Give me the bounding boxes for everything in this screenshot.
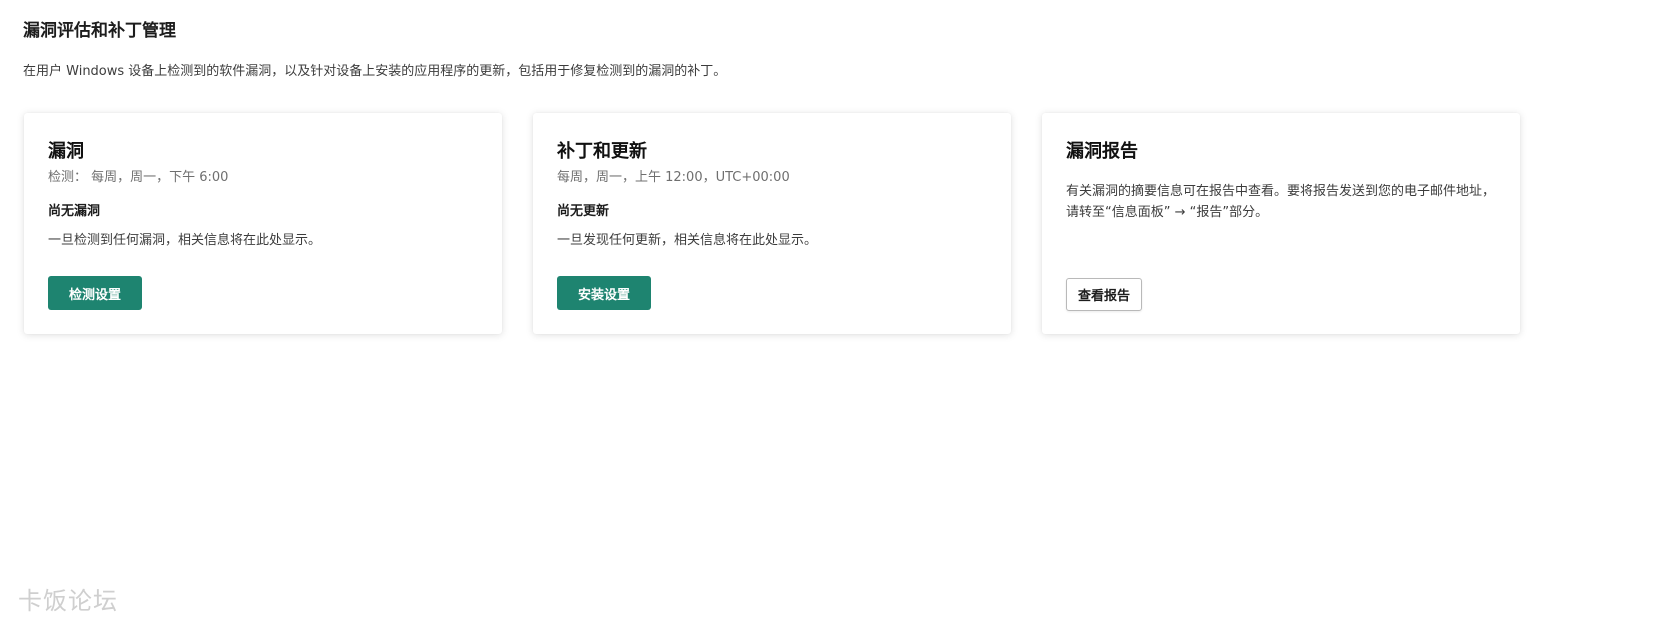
vulnerability-report-card-title: 漏洞报告: [1066, 141, 1138, 162]
vulnerabilities-card-title: 漏洞: [48, 141, 84, 162]
detection-settings-button[interactable]: 检测设置: [48, 276, 143, 310]
page: 漏洞评估和补丁管理 在用户 Windows 设备上检测到的软件漏洞，以及针对设备…: [0, 0, 1676, 617]
patches-updates-status: 尚无更新: [557, 204, 610, 219]
install-settings-button[interactable]: 安装设置: [557, 276, 652, 310]
patches-updates-card-title: 补丁和更新: [557, 141, 647, 162]
view-report-button[interactable]: 查看报告: [1066, 278, 1143, 311]
patches-updates-message: 一旦发现任何更新，相关信息将在此处显示。: [557, 233, 818, 248]
patches-updates-schedule: 每周，周一，上午 12:00，UTC+00:00: [557, 170, 790, 185]
vulnerability-report-description: 有关漏洞的摘要信息可在报告中查看。要将报告发送到您的电子邮件地址，请转至“信息面…: [1066, 184, 1496, 220]
vulnerability-report-card: 漏洞报告 有关漏洞的摘要信息可在报告中查看。要将报告发送到您的电子邮件地址，请转…: [1042, 113, 1520, 334]
page-title: 漏洞评估和补丁管理: [23, 21, 176, 41]
vulnerabilities-card: 漏洞 检测： 每周，周一，下午 6:00 尚无漏洞 一旦检测到任何漏洞，相关信息…: [24, 113, 502, 334]
page-description: 在用户 Windows 设备上检测到的软件漏洞，以及针对设备上安装的应用程序的更…: [23, 64, 727, 79]
patches-updates-card: 补丁和更新 每周，周一，上午 12:00，UTC+00:00 尚无更新 一旦发现…: [533, 113, 1011, 334]
forum-watermark: 卡饭论坛: [18, 587, 118, 615]
vulnerabilities-message: 一旦检测到任何漏洞，相关信息将在此处显示。: [48, 233, 322, 248]
vulnerabilities-schedule: 检测： 每周，周一，下午 6:00: [48, 170, 229, 185]
vulnerabilities-status: 尚无漏洞: [48, 204, 101, 219]
